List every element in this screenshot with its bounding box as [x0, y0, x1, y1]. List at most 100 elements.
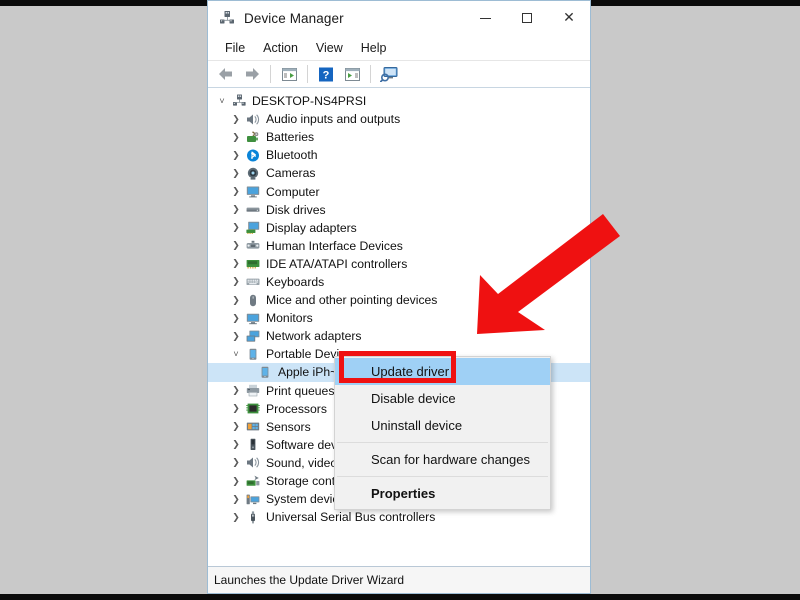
help-icon[interactable]: ? — [314, 63, 338, 85]
tree-item-label: IDE ATA/ATAPI controllers — [266, 256, 408, 271]
menu-help[interactable]: Help — [352, 38, 396, 58]
chevron-right-icon[interactable]: ❯ — [228, 331, 244, 342]
toolbar-separator — [307, 65, 308, 83]
tree-item-label: Software dev — [266, 437, 338, 452]
tree-item-computer[interactable]: ❯ Computer — [208, 182, 590, 200]
chevron-right-icon[interactable]: ❯ — [228, 295, 244, 306]
menu-view[interactable]: View — [307, 38, 352, 58]
tree-item-label: Disk drives — [266, 202, 326, 217]
context-menu-label: Uninstall device — [371, 418, 463, 433]
chevron-right-icon[interactable]: ❯ — [228, 168, 244, 179]
menu-file[interactable]: File — [216, 38, 254, 58]
properties-icon[interactable] — [340, 63, 364, 85]
tree-root-item[interactable]: ˅ DESKTOP-NS4PRSI — [208, 92, 590, 110]
chevron-right-icon[interactable]: ❯ — [228, 240, 244, 251]
chevron-right-icon[interactable]: ❯ — [228, 494, 244, 505]
tree-item-bluetooth[interactable]: ❯ Bluetooth — [208, 146, 590, 164]
processor-icon — [244, 402, 262, 415]
toolbar-separator — [370, 65, 371, 83]
context-menu-separator — [337, 442, 548, 443]
context-menu-item-uninstall-device[interactable]: Uninstall device — [335, 412, 550, 439]
tree-item-label: Computer — [266, 184, 320, 199]
system-device-icon — [244, 493, 262, 506]
window-controls: ✕ — [464, 1, 590, 35]
chevron-down-icon[interactable]: ˅ — [214, 96, 230, 106]
hid-icon — [244, 239, 262, 252]
chevron-right-icon[interactable]: ❯ — [228, 512, 244, 523]
annotation-red-arrow — [477, 214, 620, 334]
menu-action[interactable]: Action — [254, 38, 307, 58]
software-device-icon — [244, 438, 262, 451]
tree-item-batteries[interactable]: ❯ Batteries — [208, 128, 590, 146]
chevron-right-icon[interactable]: ❯ — [228, 476, 244, 487]
mouse-icon — [244, 294, 262, 307]
context-menu-label: Scan for hardware changes — [371, 452, 530, 467]
monitor-icon — [244, 312, 262, 325]
network-adapter-icon — [244, 330, 262, 343]
context-menu-item-scan-hardware[interactable]: Scan for hardware changes — [335, 446, 550, 473]
toolbar-separator — [270, 65, 271, 83]
chevron-right-icon[interactable]: ❯ — [228, 114, 244, 125]
tree-item-label: Sound, video — [266, 455, 338, 470]
chevron-right-icon[interactable]: ❯ — [228, 457, 244, 468]
tree-item-label: Processors — [266, 401, 327, 416]
window-titlebar: Device Manager ✕ — [208, 1, 590, 36]
chevron-right-icon[interactable]: ❯ — [228, 313, 244, 324]
portable-device-icon — [244, 348, 262, 361]
context-menu-item-disable-device[interactable]: Disable device — [335, 385, 550, 412]
chevron-right-icon[interactable]: ❯ — [228, 222, 244, 233]
chevron-down-icon[interactable]: ˅ — [228, 349, 244, 359]
chevron-right-icon[interactable]: ❯ — [228, 403, 244, 414]
tree-item-label: Mice and other pointing devices — [266, 293, 438, 308]
back-arrow-icon[interactable] — [214, 63, 238, 85]
chevron-right-icon[interactable]: ❯ — [228, 186, 244, 197]
tree-item-label: Print queues — [266, 383, 335, 398]
bluetooth-icon — [244, 149, 262, 162]
chevron-right-icon[interactable]: ❯ — [228, 150, 244, 161]
camera-icon — [244, 167, 262, 180]
show-hidden-devices-icon[interactable] — [277, 63, 301, 85]
context-menu-item-properties[interactable]: Properties — [335, 480, 550, 507]
tree-item-label: Sensors — [266, 419, 311, 434]
sensor-icon — [244, 420, 262, 433]
tree-item-label: Display adapters — [266, 220, 357, 235]
chevron-right-icon[interactable]: ❯ — [228, 204, 244, 215]
close-button[interactable]: ✕ — [548, 1, 590, 35]
tree-item-audio[interactable]: ❯ Audio inputs and outputs — [208, 110, 590, 128]
tree-item-label: Cameras — [266, 166, 316, 181]
chevron-right-icon[interactable]: ❯ — [228, 258, 244, 269]
toolbar: ? — [208, 60, 590, 88]
tree-item-label: System devic — [266, 492, 339, 507]
printer-icon — [244, 384, 262, 397]
computer-root-icon — [230, 94, 248, 108]
chevron-right-icon[interactable]: ❯ — [228, 439, 244, 450]
disk-drive-icon — [244, 203, 262, 216]
tree-item-label: Network adapters — [266, 329, 362, 344]
scan-hardware-icon[interactable] — [377, 63, 401, 85]
tree-item-cameras[interactable]: ❯ Cameras — [208, 164, 590, 182]
display-adapter-icon — [244, 221, 262, 235]
tree-root-label: DESKTOP-NS4PRSI — [252, 94, 367, 109]
status-bar-text: Launches the Update Driver Wizard — [214, 573, 405, 587]
tree-item-label: Storage cont — [266, 474, 336, 489]
forward-arrow-icon[interactable] — [240, 63, 264, 85]
svg-text:?: ? — [323, 69, 330, 81]
tree-item-label: Human Interface Devices — [266, 238, 403, 253]
tree-item-label: Universal Serial Bus controllers — [266, 510, 436, 525]
chevron-right-icon[interactable]: ❯ — [228, 385, 244, 396]
chevron-right-icon[interactable]: ❯ — [228, 276, 244, 287]
ide-controller-icon — [244, 257, 262, 270]
context-menu-label: Properties — [371, 486, 436, 501]
minimize-button[interactable] — [464, 1, 506, 35]
tree-item-usb-controllers[interactable]: ❯ Universal Serial Bus controllers — [208, 508, 590, 526]
tree-item-label: Keyboards — [266, 274, 325, 289]
chevron-right-icon[interactable]: ❯ — [228, 132, 244, 143]
chevron-right-icon[interactable]: ❯ — [228, 421, 244, 432]
keyboard-icon — [244, 275, 262, 288]
maximize-button[interactable] — [506, 1, 548, 35]
speaker-icon — [244, 456, 262, 469]
monitor-icon — [244, 185, 262, 198]
device-manager-icon — [218, 9, 236, 27]
menubar: File Action View Help — [208, 36, 590, 60]
window-title: Device Manager — [244, 10, 344, 26]
